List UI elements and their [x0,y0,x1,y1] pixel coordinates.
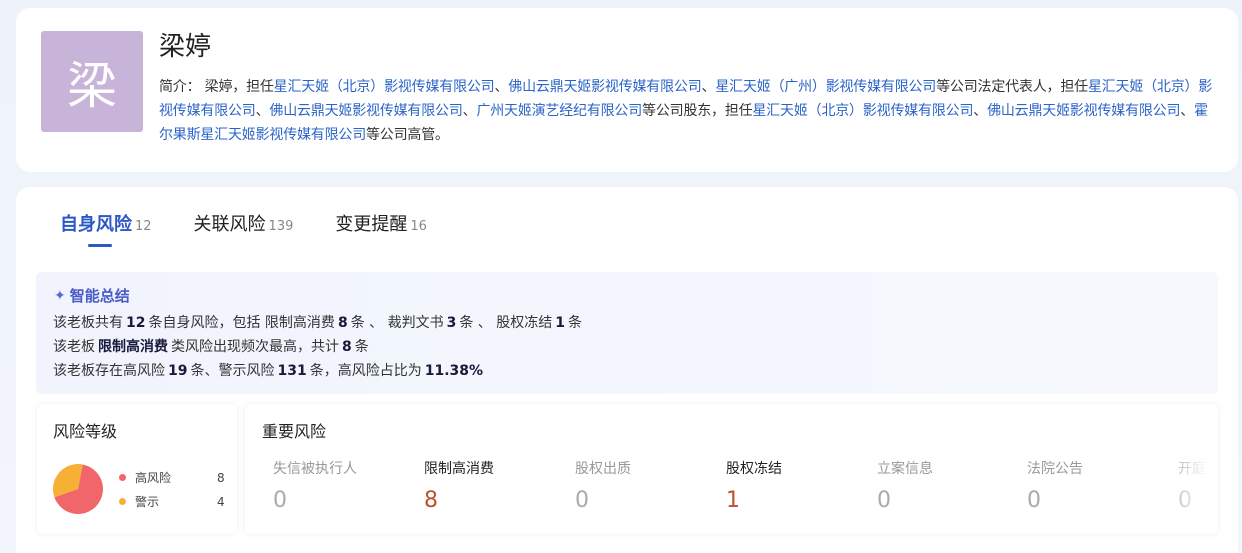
bio-label: 简介： [159,79,201,95]
legend-high-risk: 高风险 8 [119,469,225,486]
person-name: 梁婷 [159,32,212,62]
summary-line-3: 该老板存在高风险 19 条、警示风险 131 条，高风险占比为 11.38% [53,363,484,379]
important-risk-label: 股权冻结 [726,461,782,477]
scroll-fade [1158,404,1218,534]
summary-line-1: 该老板共有 12 条自身风险，包括 限制高消费 8 条 、 裁判文书 3 条 、 股权冻结 1… [53,315,582,331]
bio-text-segment: 梁婷，担任 [204,79,274,95]
active-tab-indicator [88,244,112,247]
important-risk-label: 股权出质 [575,461,631,477]
important-risks-title: 重要风险 [262,422,327,441]
tab-self-risk[interactable]: 自身风险 12 [60,210,152,236]
important-risk-item[interactable]: 股权出质 0 [575,458,631,513]
bio-text-segment: 、 [1180,103,1195,119]
summary-line-2: 该老板 限制高消费 类风险出现频次最高，共计 8 条 [53,339,369,355]
risk-level-pie-chart [53,464,103,514]
important-risk-value: 1 [726,488,740,513]
bio-text-segment: 、 [255,103,270,119]
important-risk-item[interactable]: 失信被执行人 0 [273,458,357,513]
bio-text-segment: 、 [701,79,716,95]
important-risk-label: 法院公告 [1027,461,1083,477]
bio-text-segment: 等公司高管。 [366,127,449,143]
legend-warning: 警示 4 [119,493,225,510]
risk-tabs: 自身风险 12 关联风险 139 变更提醒 16 [60,210,469,236]
bio-text-segment: 、 [494,79,509,95]
important-risk-label: 立案信息 [877,461,933,477]
tab-related-risk[interactable]: 关联风险 139 [194,210,294,236]
company-link[interactable]: 佛山云鼎天姬影视传媒有限公司 [987,103,1180,119]
important-risk-item[interactable]: 法院公告 0 [1027,458,1083,513]
company-link[interactable]: 星汇天姬（北京）影视传媒有限公司 [752,103,973,119]
important-risk-value: 0 [877,488,891,513]
bio-text-segment: 、 [973,103,988,119]
bio-text: 简介： 梁婷，担任星汇天姬（北京）影视传媒有限公司、佛山云鼎天姬影视传媒有限公司… [159,75,1221,147]
important-risk-value: 8 [424,488,438,513]
avatar: 梁 [41,31,143,132]
tab-change-alert[interactable]: 变更提醒 16 [335,210,427,236]
company-link[interactable]: 佛山云鼎天姬影视传媒有限公司 [508,79,701,95]
sparkle-icon: ✦ [54,287,66,304]
summary-title: 智能总结 [69,287,130,305]
risk-level-card: 风险等级 高风险 8 警示 4 [37,404,237,534]
bio-text-segment: 等公司法定代表人，担任 [936,79,1088,95]
smart-summary: ✦ 智能总结 该老板共有 12 条自身风险，包括 限制高消费 8 条 、 裁判文书 3 条 … [36,272,1218,394]
important-risk-label: 限制高消费 [424,461,494,477]
important-risk-value: 0 [273,488,287,513]
important-risks-card: 重要风险 失信被执行人0限制高消费8股权出质0股权冻结1立案信息0法院公告0开庭… [245,404,1218,534]
important-risk-value: 0 [1027,488,1041,513]
important-risk-item[interactable]: 立案信息 0 [877,458,933,513]
important-risk-item[interactable]: 限制高消费 8 [424,458,494,513]
important-risk-value: 0 [575,488,589,513]
risk-level-title: 风险等级 [53,422,118,441]
bio-text-segment: 等公司股东，担任 [642,103,753,119]
legend-dot-icon [119,498,126,505]
company-link[interactable]: 星汇天姬（广州）影视传媒有限公司 [715,79,936,95]
legend-dot-icon [119,474,126,481]
profile-card: 梁 梁婷 简介： 梁婷，担任星汇天姬（北京）影视传媒有限公司、佛山云鼎天姬影视传… [16,8,1238,172]
company-link[interactable]: 广州天姬演艺经纪有限公司 [476,103,642,119]
company-link[interactable]: 佛山云鼎天姬影视传媒有限公司 [269,103,462,119]
company-link[interactable]: 星汇天姬（北京）影视传媒有限公司 [274,79,495,95]
important-risk-item[interactable]: 股权冻结 1 [726,458,782,513]
important-risk-label: 失信被执行人 [273,461,357,477]
bio-text-segment: 、 [462,103,477,119]
